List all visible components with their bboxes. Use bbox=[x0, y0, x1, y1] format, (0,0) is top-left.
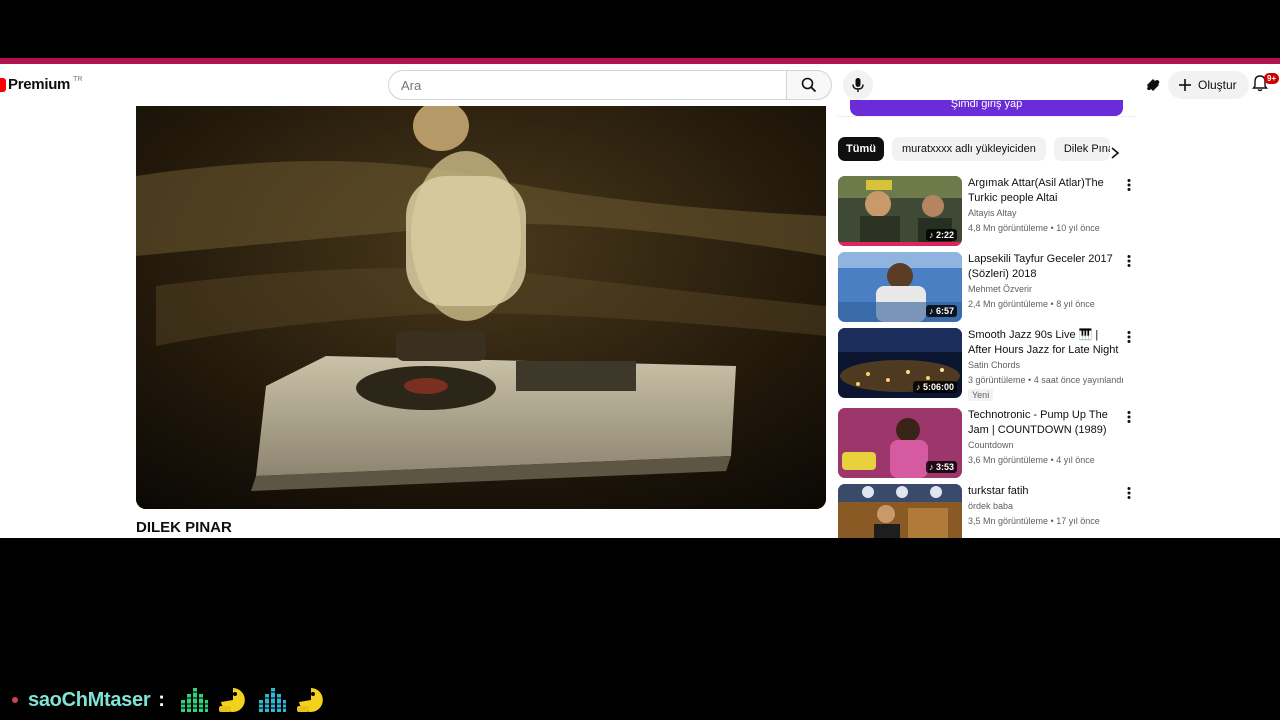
youtube-page: Premium TR Oluştur 9+ bbox=[0, 64, 1280, 538]
music-note-icon: ♪ bbox=[915, 382, 921, 392]
recommendation-item[interactable]: ♪ 3:53 Technotronic - Pump Up The Jam | … bbox=[838, 408, 1138, 478]
pacman-emote-icon bbox=[296, 688, 323, 712]
chevron-right-icon[interactable] bbox=[1110, 146, 1120, 160]
search-input-container[interactable] bbox=[388, 70, 786, 100]
recommendation-channel[interactable]: Countdown bbox=[968, 440, 1014, 450]
equalizer-emote-icon bbox=[178, 688, 209, 712]
video-frame-image bbox=[136, 106, 826, 509]
plus-icon bbox=[1179, 79, 1191, 91]
recommendation-meta: 2,4 Mn görüntüleme • 8 yıl önce bbox=[968, 299, 1095, 309]
search-button[interactable] bbox=[786, 70, 832, 100]
recommendation-meta: 3 görüntüleme • 4 saat önce yayınlandı bbox=[968, 375, 1124, 385]
logo-text: Premium bbox=[8, 76, 71, 93]
chat-badge-icon bbox=[12, 697, 18, 703]
microphone-icon bbox=[852, 78, 864, 92]
chat-separator: : bbox=[158, 688, 165, 711]
pacman-emote-icon bbox=[218, 688, 245, 712]
recommendation-item[interactable]: ♪ 2:22 Argımak Attar(Asil Atlar)The Turk… bbox=[838, 176, 1138, 246]
sign-in-now-label: Şimdi giriş yap bbox=[950, 100, 1023, 110]
filter-chips: Tümü muratxxxx adlı yükleyiciden Dilek P… bbox=[838, 137, 1110, 161]
extension-icon[interactable] bbox=[1144, 76, 1162, 94]
music-note-icon: ♪ bbox=[928, 306, 934, 316]
chip-dilek-pinar[interactable]: Dilek Pınar bbox=[1053, 137, 1110, 161]
chip-uploader[interactable]: muratxxxx adlı yükleyiciden bbox=[891, 137, 1046, 161]
video-thumbnail[interactable]: ♪ 5:06:00 bbox=[838, 328, 962, 398]
chat-message: saoChMtaser : bbox=[10, 686, 327, 714]
duration-text: 3:53 bbox=[935, 462, 954, 472]
recommendation-item[interactable]: ♪ 6:57 Lapsekili Tayfur Geceler 2017 (Sö… bbox=[838, 252, 1138, 322]
recommendation-title[interactable]: Technotronic - Pump Up The Jam | COUNTDO… bbox=[968, 408, 1122, 438]
duration-badge: ♪ 5:06:00 bbox=[912, 381, 957, 393]
recommendation-meta: 3,6 Mn görüntüleme • 4 yıl önce bbox=[968, 455, 1095, 465]
duration-badge: ♪ 2:22 bbox=[925, 229, 957, 241]
thumbnail-image bbox=[838, 484, 962, 538]
recommendation-channel[interactable]: Mehmet Özverir bbox=[968, 284, 1032, 294]
more-options-icon[interactable] bbox=[1126, 330, 1132, 344]
search-input[interactable] bbox=[401, 77, 786, 93]
create-button[interactable]: Oluştur bbox=[1168, 71, 1249, 99]
more-options-icon[interactable] bbox=[1126, 486, 1132, 500]
video-thumbnail[interactable]: ♪ 2:22 bbox=[838, 176, 962, 246]
recommendation-title[interactable]: Smooth Jazz 90s Live 🎹 | After Hours Jaz… bbox=[968, 328, 1122, 358]
recommendation-meta: 4,8 Mn görüntüleme • 10 yıl önce bbox=[968, 223, 1100, 233]
video-title: DILEK PINAR bbox=[136, 519, 232, 536]
video-thumbnail[interactable] bbox=[838, 484, 962, 538]
recommendation-title[interactable]: Argımak Attar(Asil Atlar)The Turkic peop… bbox=[968, 176, 1122, 206]
sidebar-divider bbox=[838, 116, 1136, 117]
more-options-icon[interactable] bbox=[1126, 254, 1132, 268]
more-options-icon[interactable] bbox=[1126, 178, 1132, 192]
youtube-premium-logo[interactable]: Premium TR bbox=[0, 76, 82, 93]
duration-text: 6:57 bbox=[935, 306, 954, 316]
new-badge: Yeni bbox=[968, 389, 994, 401]
more-options-icon[interactable] bbox=[1126, 410, 1132, 424]
equalizer-emote-icon bbox=[256, 688, 287, 712]
stream-frame: Premium TR Oluştur 9+ bbox=[0, 0, 1280, 720]
recommendation-meta: 3,5 Mn görüntüleme • 17 yıl önce bbox=[968, 516, 1100, 526]
video-player[interactable] bbox=[136, 106, 826, 509]
music-note-icon: ♪ bbox=[928, 462, 934, 472]
create-button-label: Oluştur bbox=[1198, 78, 1237, 92]
recommendation-channel[interactable]: ördek baba bbox=[968, 501, 1013, 511]
search-icon bbox=[801, 77, 817, 93]
sign-in-now-button[interactable]: Şimdi giriş yap bbox=[850, 100, 1123, 116]
music-note-icon: ♪ bbox=[928, 230, 934, 240]
recommendation-title[interactable]: Lapsekili Tayfur Geceler 2017 (Sözleri) … bbox=[968, 252, 1122, 282]
video-thumbnail[interactable]: ♪ 6:57 bbox=[838, 252, 962, 322]
duration-text: 5:06:00 bbox=[922, 382, 954, 392]
recommendation-title[interactable]: turkstar fatih bbox=[968, 484, 1122, 499]
chip-all[interactable]: Tümü bbox=[838, 137, 884, 161]
recommendation-channel[interactable]: Altayis Altay bbox=[968, 208, 1017, 218]
duration-badge: ♪ 3:53 bbox=[925, 461, 957, 473]
notification-count-badge: 9+ bbox=[1264, 73, 1280, 84]
recommendation-item[interactable]: ♪ 5:06:00 Smooth Jazz 90s Live 🎹 | After… bbox=[838, 328, 1138, 401]
video-thumbnail[interactable]: ♪ 3:53 bbox=[838, 408, 962, 478]
recommendation-item[interactable]: turkstar fatih ördek baba 3,5 Mn görüntü… bbox=[838, 484, 1138, 538]
duration-text: 2:22 bbox=[935, 230, 954, 240]
voice-search-button[interactable] bbox=[843, 70, 873, 100]
logo-country-code: TR bbox=[73, 76, 83, 83]
youtube-logo-icon bbox=[0, 78, 6, 92]
chat-username: saoChMtaser bbox=[28, 688, 151, 711]
duration-badge: ♪ 6:57 bbox=[925, 305, 957, 317]
recommendation-channel[interactable]: Satin Chords bbox=[968, 360, 1020, 370]
